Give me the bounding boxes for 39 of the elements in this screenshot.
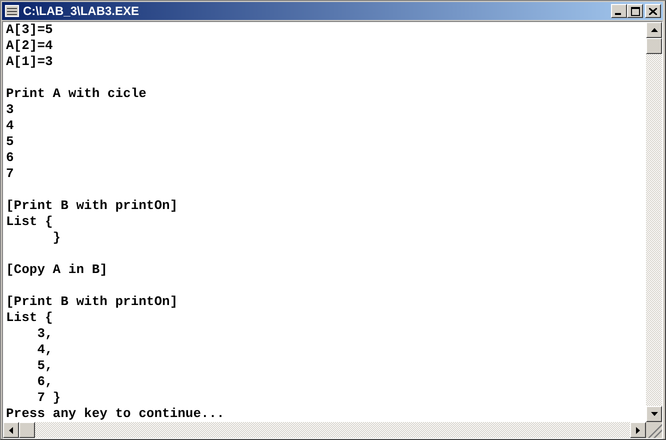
- minimize-button[interactable]: [611, 4, 627, 18]
- console-line: Print A with cicle: [6, 86, 148, 102]
- console-line: 7 }: [36, 390, 62, 406]
- console-line: List {: [6, 310, 54, 326]
- console-line: 6: [6, 150, 15, 166]
- scroll-thumb[interactable]: [19, 422, 35, 438]
- window-icon: [5, 5, 19, 17]
- console-line: A[3]=5: [6, 22, 54, 38]
- console-line: [Print B with printOn]: [6, 294, 179, 310]
- console-line: A[1]=3: [6, 54, 54, 70]
- console-line: [Print B with printOn]: [6, 198, 179, 214]
- maximize-icon: [630, 6, 640, 16]
- console-line: }: [52, 230, 62, 246]
- scroll-left-button[interactable]: [3, 422, 19, 438]
- console-line: 5,: [36, 358, 54, 374]
- scroll-thumb[interactable]: [646, 38, 662, 54]
- console-line: [Copy A in B]: [6, 262, 108, 278]
- resize-grip[interactable]: [646, 422, 662, 438]
- console-line: 6,: [36, 374, 54, 390]
- right-arrow-icon: [636, 426, 640, 434]
- close-icon: [649, 8, 657, 14]
- scroll-down-button[interactable]: [646, 406, 662, 422]
- scroll-up-button[interactable]: [646, 22, 662, 38]
- console-line: Press any key to continue...: [6, 406, 226, 422]
- scroll-right-button[interactable]: [630, 422, 646, 438]
- left-arrow-icon: [9, 426, 13, 434]
- console-line: 3,: [36, 326, 54, 342]
- console-line: List {: [6, 214, 54, 230]
- console-line: 4,: [36, 342, 54, 358]
- window-title: C:\LAB_3\LAB3.EXE: [23, 4, 140, 18]
- maximize-button[interactable]: [627, 4, 643, 18]
- console-line: 3: [6, 102, 15, 118]
- console-line: 4: [6, 118, 15, 134]
- console-line: 5: [6, 134, 15, 150]
- console-line: 7: [6, 166, 15, 182]
- up-arrow-icon: [650, 28, 658, 32]
- down-arrow-icon: [650, 412, 658, 416]
- console-line: A[2]=4: [6, 38, 54, 54]
- close-button[interactable]: [645, 4, 661, 18]
